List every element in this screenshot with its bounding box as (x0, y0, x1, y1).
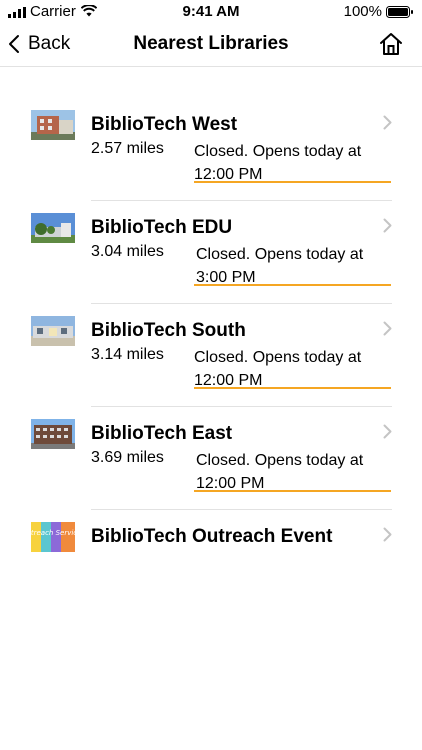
chevron-right-icon (383, 321, 392, 336)
thumb-text-outreach: Outreach Services (31, 529, 75, 537)
chevron-right-icon (383, 218, 392, 233)
hours-underline (194, 387, 391, 389)
library-photo (31, 110, 75, 140)
navigation-bar: Back Nearest Libraries (0, 24, 422, 67)
library-row[interactable]: BiblioTech West 2.57 miles Closed. Opens… (0, 98, 422, 201)
battery-icon (386, 6, 413, 18)
battery-percent: 100% (343, 3, 382, 20)
library-photo (31, 419, 75, 449)
library-distance: 3.69 miles (91, 449, 164, 466)
library-distance: 2.57 miles (91, 140, 164, 157)
chevron-right-icon (383, 115, 392, 130)
outreach-row[interactable]: Outreach Services BiblioTech Outreach Ev… (0, 510, 422, 576)
library-name: BiblioTech South (91, 320, 246, 341)
hours-underline (194, 490, 391, 492)
hours-status-text: Closed. Opens today at (196, 452, 364, 469)
hours-status-text: Closed. Opens today at (196, 246, 364, 263)
chevron-right-icon (383, 527, 392, 542)
library-distance: 3.04 miles (91, 243, 164, 260)
library-hours: Closed. Opens today at 3:00 PM (196, 243, 396, 289)
status-bar: Carrier 9:41 AM 100% (0, 0, 422, 24)
library-photo (31, 213, 75, 243)
library-distance: 3.14 miles (91, 346, 164, 363)
library-hours: Closed. Opens today at 12:00 PM (194, 346, 394, 392)
outreach-thumbnail: Outreach Services (31, 522, 75, 552)
home-icon[interactable] (378, 31, 404, 57)
chevron-right-icon (383, 424, 392, 439)
library-hours: Closed. Opens today at 12:00 PM (196, 449, 396, 495)
hours-status-text: Closed. Opens today at (194, 349, 362, 366)
library-row[interactable]: BiblioTech East 3.69 miles Closed. Opens… (0, 407, 422, 510)
library-photo (31, 316, 75, 346)
outreach-name: BiblioTech Outreach Event (91, 526, 333, 547)
library-row[interactable]: BiblioTech EDU 3.04 miles Closed. Opens … (0, 201, 422, 304)
hours-underline (194, 284, 391, 286)
page-title: Nearest Libraries (133, 33, 289, 54)
library-list: BiblioTech West 2.57 miles Closed. Opens… (0, 98, 422, 576)
library-hours: Closed. Opens today at 12:00 PM (194, 140, 394, 186)
hours-status-text: Closed. Opens today at (194, 143, 362, 160)
library-row[interactable]: BiblioTech South 3.14 miles Closed. Open… (0, 304, 422, 407)
library-name: BiblioTech East (91, 423, 233, 444)
hours-underline (194, 181, 391, 183)
library-name: BiblioTech West (91, 114, 238, 135)
library-name: BiblioTech EDU (91, 217, 233, 238)
